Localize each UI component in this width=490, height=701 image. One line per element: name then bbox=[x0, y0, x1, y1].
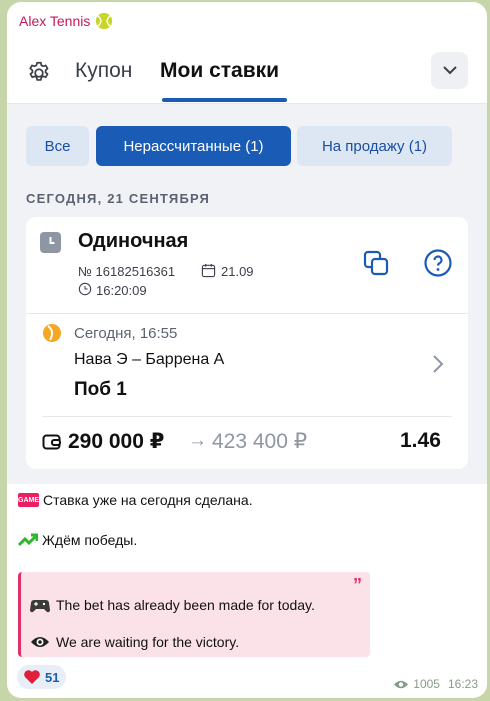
message-meta: 1005 16:23 bbox=[393, 677, 478, 691]
filter-all-button[interactable]: Все bbox=[26, 126, 89, 166]
quote-block: ” The bet has already been made for toda… bbox=[18, 572, 370, 657]
chevron-right-icon[interactable] bbox=[431, 353, 445, 375]
wallet-icon bbox=[42, 434, 61, 450]
message-time: 16:23 bbox=[447, 677, 478, 691]
game-badge-icon: GAME bbox=[18, 493, 39, 507]
heart-icon bbox=[24, 670, 40, 684]
message-text-1: Ставка уже на сегодня сделана. bbox=[43, 492, 253, 508]
tab-my-bets[interactable]: Мои ставки bbox=[160, 59, 279, 83]
sender-name[interactable]: Alex Tennis bbox=[19, 12, 113, 30]
bet-pick: Поб 1 bbox=[74, 379, 127, 400]
bets-content: Все Нерассчитанные (1) На продажу (1) СЕ… bbox=[7, 104, 487, 484]
reaction-count: 51 bbox=[45, 669, 60, 685]
card-divider bbox=[26, 313, 468, 314]
chevron-down-icon bbox=[442, 66, 457, 75]
sender-name-text: Alex Tennis bbox=[19, 13, 91, 29]
stake-amount: 290 000 ₽ bbox=[68, 430, 165, 453]
bet-app-header: Купон Мои ставки bbox=[7, 42, 487, 104]
bet-time: 16:20:09 bbox=[96, 283, 147, 298]
tennis-icon bbox=[43, 324, 61, 342]
help-icon[interactable] bbox=[423, 248, 453, 278]
bet-number: № 16182516361 bbox=[78, 264, 176, 279]
bet-odds: 1.46 bbox=[400, 429, 441, 452]
pending-clock-icon bbox=[40, 232, 61, 253]
filter-for-sale-button[interactable]: На продажу (1) bbox=[297, 126, 452, 166]
quote-mark-icon: ” bbox=[353, 575, 362, 595]
potential-payout: 423 400 ₽ bbox=[212, 430, 308, 453]
reaction-heart[interactable]: 51 bbox=[17, 665, 66, 689]
clock-icon bbox=[78, 282, 92, 296]
event-time: Сегодня, 16:55 bbox=[74, 325, 178, 342]
quote-line-1: The bet has already been made for today. bbox=[30, 597, 315, 613]
collapse-button[interactable] bbox=[431, 52, 468, 89]
view-count: 1005 bbox=[413, 677, 440, 691]
tennis-ball-icon bbox=[96, 12, 113, 30]
gamepad-icon bbox=[30, 600, 50, 613]
bet-date: 21.09 bbox=[221, 264, 254, 279]
bet-type: Одиночная bbox=[78, 230, 189, 252]
filter-unsettled-button[interactable]: Нерассчитанные (1) bbox=[96, 126, 291, 166]
bet-card[interactable]: Одиночная № 16182516361 21.09 16:20:09 С… bbox=[26, 217, 468, 469]
active-tab-indicator bbox=[162, 98, 287, 102]
views-eye-icon bbox=[394, 680, 409, 688]
arrow-icon: → bbox=[188, 430, 207, 451]
quote-text-1: The bet has already been made for today. bbox=[56, 597, 315, 613]
quote-line-2: We are waiting for the victory. bbox=[30, 634, 239, 650]
copy-icon[interactable] bbox=[362, 249, 390, 277]
section-date-heading: СЕГОДНЯ, 21 СЕНТЯБРЯ bbox=[26, 191, 211, 206]
quote-text-2: We are waiting for the victory. bbox=[56, 634, 240, 650]
message-bubble: Alex Tennis Купон Мои ставки Все Нерассч… bbox=[7, 2, 487, 698]
message-line-1: GAME Ставка уже на сегодня сделана. bbox=[18, 492, 253, 508]
trending-up-icon bbox=[18, 533, 38, 547]
card-divider-bottom bbox=[42, 416, 452, 417]
calendar-icon bbox=[201, 263, 216, 278]
gear-icon[interactable] bbox=[26, 60, 52, 86]
tab-coupon[interactable]: Купон bbox=[75, 59, 132, 83]
message-line-2: Ждём победы. bbox=[18, 532, 137, 548]
event-name[interactable]: Нава Э – Баррена А bbox=[74, 351, 224, 369]
message-text-2: Ждём победы. bbox=[42, 532, 138, 548]
eye-icon bbox=[31, 637, 49, 647]
